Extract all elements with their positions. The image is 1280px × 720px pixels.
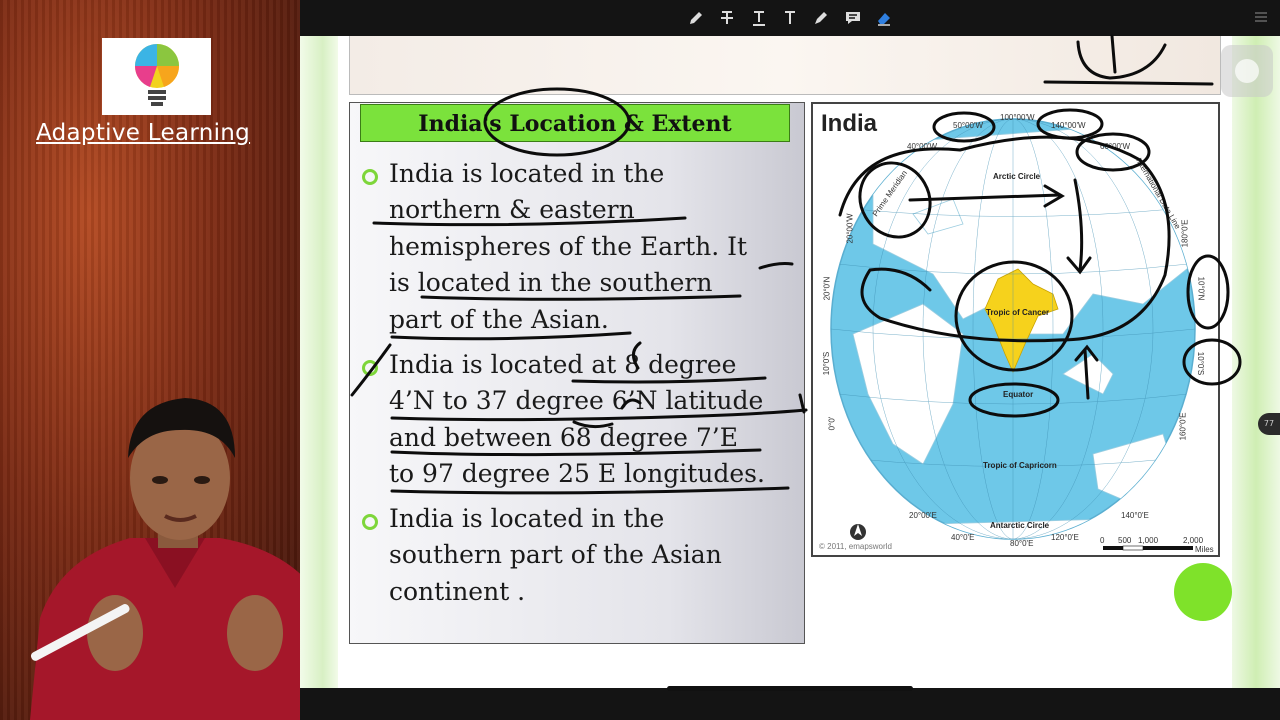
map-title: India xyxy=(821,110,878,137)
bullet-3-line-3: continent . xyxy=(389,577,526,606)
text-strike-icon[interactable] xyxy=(718,9,736,27)
map-label-arctic-circle: Arctic Circle xyxy=(993,172,1041,181)
lightbulb-puzzle-logo-icon xyxy=(134,44,180,106)
map-label-80e: 80°0'E xyxy=(1010,539,1034,548)
map-label-0: 0°0' xyxy=(827,416,837,431)
text-icon[interactable] xyxy=(781,9,799,27)
bullet-1-line-3: hemispheres of the Earth. It xyxy=(389,232,748,261)
teacher-figure xyxy=(30,398,300,720)
map-label-equator: Equator xyxy=(1003,390,1034,399)
floating-assistive-button[interactable] xyxy=(1221,45,1273,97)
map-label-10s-left: 10°0'S xyxy=(822,351,832,376)
annotation-toolbar xyxy=(300,0,1280,36)
map-label-10n: 10°0'N xyxy=(1196,276,1206,301)
map-label-50w: 50°00'W xyxy=(953,121,984,130)
bullet-1-line-5: part of the Asian. xyxy=(389,305,609,334)
bullet-2-line-1: India is located at 8 degree xyxy=(389,350,737,379)
pen-icon[interactable] xyxy=(687,9,705,27)
brand-name: Adaptive Learning xyxy=(36,120,251,146)
bottom-bar xyxy=(300,688,1280,720)
bullet-icon xyxy=(362,360,378,376)
bullet-1-line-4: is located in the southern xyxy=(389,268,713,297)
text-underline-icon[interactable] xyxy=(750,9,768,27)
bullet-2-line-2: 4’N to 37 degree 6’N latitude xyxy=(389,386,764,415)
canvas-left-border xyxy=(300,36,338,688)
bullet-icon xyxy=(362,514,378,530)
scale-label-0: 0 xyxy=(1100,536,1105,545)
marker-icon[interactable] xyxy=(812,9,830,27)
presenter-video-panel: Adaptive Learning xyxy=(0,0,300,720)
map-label-20e: 20°00'E xyxy=(909,511,937,520)
map-label-antarctic-circle: Antarctic Circle xyxy=(990,521,1050,530)
map-copyright: © 2011, emapsworld xyxy=(819,542,892,551)
bullet-2-line-4: to 97 degree 25 E longitudes. xyxy=(389,459,765,488)
eraser-icon[interactable] xyxy=(875,9,893,27)
map-label-100w: 100°00'W xyxy=(1000,113,1035,122)
map-label-20w: 20°00'W xyxy=(845,213,855,244)
brand-logo xyxy=(102,38,211,115)
scale-label-2000: 2,000 xyxy=(1183,536,1204,545)
comment-icon[interactable] xyxy=(844,9,862,27)
map-label-20n: 20°0'N xyxy=(822,276,832,301)
scale-label-500: 500 xyxy=(1118,536,1132,545)
map-label-40e: 40°0'E xyxy=(951,533,975,542)
green-highlight-dot xyxy=(1174,563,1232,621)
slide-title: India's Location & Extent xyxy=(360,104,790,142)
canvas-right-border xyxy=(1232,36,1280,688)
map-label-180e: 180°0'E xyxy=(1180,219,1190,248)
map-label-140e: 140°0'E xyxy=(1121,511,1149,520)
map-label-40w: 40°00'W xyxy=(907,142,938,151)
map-label-140w: 140°00'W xyxy=(1051,121,1086,130)
map-label-tropic-of-cancer: Tropic of Cancer xyxy=(986,308,1050,317)
bullet-1-line-1: India is located in the xyxy=(389,159,665,188)
previous-slide-strip xyxy=(349,36,1221,95)
bullet-icon xyxy=(362,169,378,185)
bullet-2-line-3: and between 68 degree 7’E xyxy=(389,423,738,452)
map-label-160e: 160°0'E xyxy=(1178,412,1188,441)
bullet-1-line-2: northern & eastern xyxy=(389,195,635,224)
map-label-tropic-of-capricorn: Tropic of Capricorn xyxy=(983,461,1057,470)
map-label-120e: 120°0'E xyxy=(1051,533,1079,542)
bullet-3-line-1: India is located in the xyxy=(389,504,665,533)
page-number-badge[interactable]: 77 xyxy=(1258,413,1280,435)
map-label-10s: 10°0'S xyxy=(1196,351,1206,376)
bullet-3-line-2: southern part of the Asian xyxy=(389,540,722,569)
scale-unit: Miles xyxy=(1195,545,1214,554)
map-label-60w: 60°00'W xyxy=(1100,142,1131,151)
menu-icon[interactable] xyxy=(1254,10,1268,24)
scale-label-1000: 1,000 xyxy=(1138,536,1159,545)
home-indicator[interactable] xyxy=(667,686,913,691)
india-globe-map: India 50°00'W 100°00'W 140°00'W 40°00'W … xyxy=(811,102,1220,557)
